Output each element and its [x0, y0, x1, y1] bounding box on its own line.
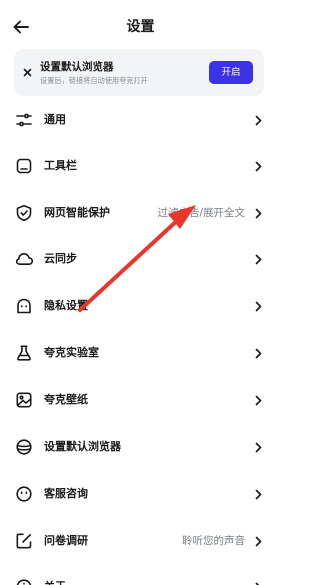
ghost-icon — [14, 296, 34, 316]
row-label: 夸克壁纸 — [44, 393, 88, 406]
settings-row-toolbar[interactable]: 工具栏 — [0, 143, 281, 189]
chevron-right-icon — [252, 159, 264, 173]
banner-close-button[interactable] — [20, 65, 34, 79]
settings-row-default-browser[interactable]: 设置默认浏览器 — [0, 424, 281, 470]
row-label: 网页智能保护 — [44, 206, 110, 219]
chevron-right-icon — [252, 393, 264, 407]
row-label: 夸克实验室 — [44, 346, 99, 359]
row-label: 隐私设置 — [44, 299, 88, 312]
default-browser-banner: 设置默认浏览器 设置后，链接将自动使用夸克打开 开启 — [14, 49, 264, 96]
settings-row-wallpaper[interactable]: 夸克壁纸 — [0, 377, 281, 423]
chevron-right-icon — [252, 113, 264, 127]
settings-row-privacy[interactable]: 隐私设置 — [0, 283, 281, 329]
chevron-right-icon — [252, 487, 264, 501]
toolbar-icon — [14, 156, 34, 176]
chevron-right-icon — [252, 252, 264, 266]
close-icon — [23, 68, 31, 76]
info-icon — [14, 577, 34, 585]
row-value: 过滤广告/展开全文 — [157, 207, 245, 219]
settings-row-quark-lab[interactable]: 夸克实验室 — [0, 330, 281, 376]
row-label: 通用 — [44, 113, 66, 126]
chevron-right-icon — [252, 534, 264, 548]
row-label: 云同步 — [44, 252, 77, 265]
settings-row-web-protection[interactable]: 网页智能保护 过滤广告/展开全文 — [0, 190, 281, 236]
row-label: 设置默认浏览器 — [44, 440, 121, 453]
banner-subtitle: 设置后，链接将自动使用夸克打开 — [40, 76, 148, 85]
row-label: 工具栏 — [44, 159, 77, 172]
settings-row-survey[interactable]: 问卷调研 聆听您的声音 — [0, 518, 281, 564]
chevron-right-icon — [252, 299, 264, 313]
cloud-icon — [14, 249, 34, 269]
browser-icon — [14, 437, 34, 457]
shield-check-icon — [14, 203, 34, 223]
page-title: 设置 — [126, 19, 155, 35]
banner-title: 设置默认浏览器 — [40, 61, 114, 73]
enable-button[interactable]: 开启 — [209, 61, 253, 84]
chevron-right-icon — [252, 580, 264, 585]
chevron-right-icon — [252, 440, 264, 454]
settings-row-general[interactable]: 通用 — [0, 97, 281, 143]
row-label: 关于 — [44, 580, 66, 585]
chevron-right-icon — [252, 346, 264, 360]
row-label: 客服咨询 — [44, 487, 88, 500]
row-value: 聆听您的声音 — [182, 535, 245, 547]
settings-row-cloud-sync[interactable]: 云同步 — [0, 236, 281, 282]
flask-icon — [14, 343, 34, 363]
support-icon — [14, 484, 34, 504]
settings-row-about[interactable]: 关于 — [0, 564, 281, 585]
settings-screen: 设置 设置默认浏览器 设置后，链接将自动使用夸克打开 开启 通用 工具栏 网页智… — [0, 0, 281, 585]
chevron-right-icon — [252, 206, 264, 220]
image-icon — [14, 390, 34, 410]
row-label: 问卷调研 — [44, 534, 88, 547]
sliders-icon — [14, 110, 34, 130]
header-bar: 设置 — [0, 0, 281, 52]
settings-row-customer-service[interactable]: 客服咨询 — [0, 471, 281, 517]
survey-icon — [14, 531, 34, 551]
